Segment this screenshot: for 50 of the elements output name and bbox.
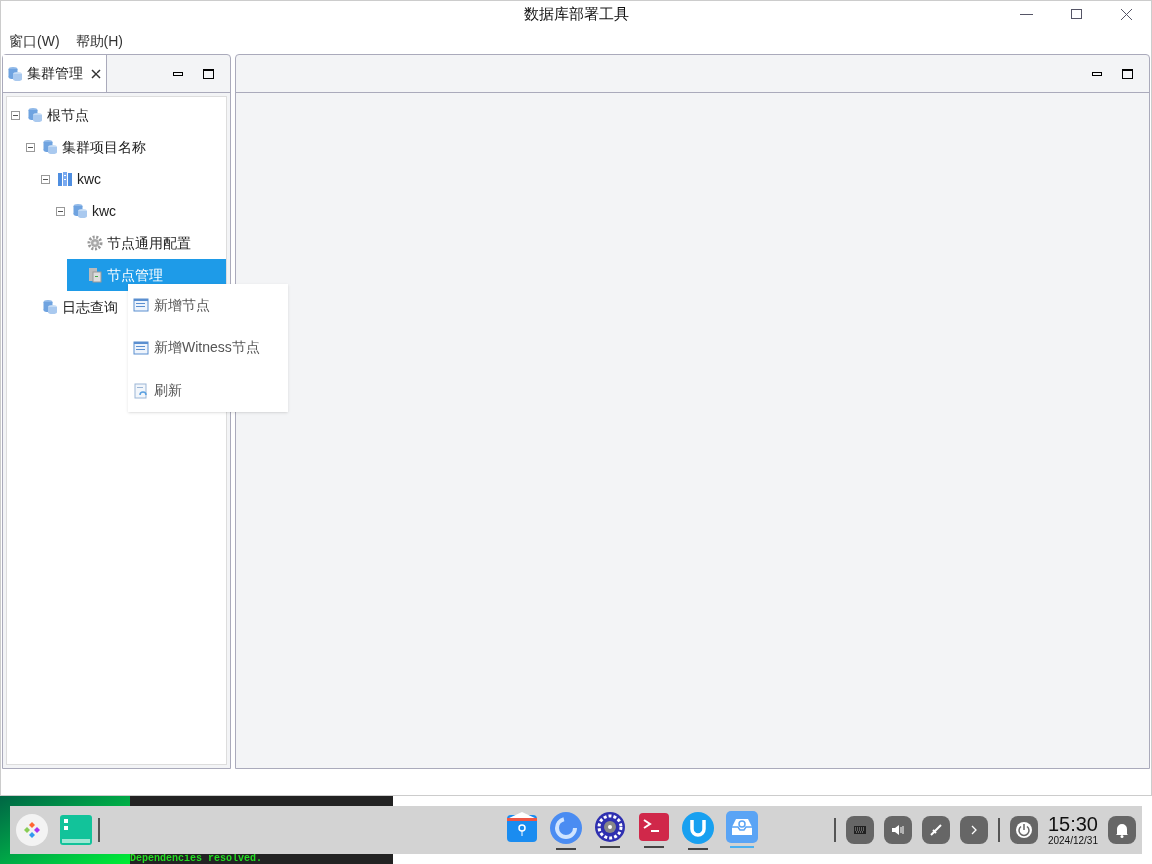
inbox-sync-icon[interactable] [725, 810, 758, 843]
refresh-document-icon [133, 382, 149, 399]
form-icon [133, 340, 149, 356]
menu-item[interactable]: 帮助(H) [75, 30, 123, 52]
keyboard-icon[interactable] [845, 816, 874, 844]
close-icon [1119, 7, 1133, 21]
tree-item[interactable]: 根节点 [7, 99, 226, 131]
database-icon [72, 203, 88, 219]
tree-item[interactable]: 节点通用配置 [67, 227, 226, 259]
context-menu-item[interactable]: 新增Witness节点 [133, 337, 283, 359]
clock-time: 15:30 [1047, 814, 1098, 834]
tree-item[interactable]: kwc [52, 195, 226, 227]
start-button[interactable] [16, 814, 48, 846]
volume-icon[interactable] [883, 816, 912, 844]
u-app-icon[interactable] [680, 810, 715, 845]
collapse-toggle[interactable] [40, 174, 50, 184]
power-icon[interactable] [1009, 816, 1038, 844]
tree-item[interactable]: kwc [37, 163, 226, 195]
server-rack-icon [57, 171, 73, 187]
menu-item[interactable]: 窗口(W) [9, 30, 60, 52]
database-icon [7, 65, 23, 82]
panel-tab[interactable]: 集群管理 [3, 55, 107, 92]
gear-icon [87, 235, 103, 251]
maximize-icon[interactable] [203, 68, 214, 79]
database-icon [42, 299, 58, 315]
database-icon [27, 107, 43, 123]
maximize-icon[interactable] [1122, 68, 1133, 79]
server-icon [87, 267, 103, 283]
minimize-icon[interactable] [1092, 71, 1102, 76]
settings-icon[interactable] [593, 810, 626, 843]
collapse-toggle[interactable] [25, 142, 35, 152]
chevron-icon[interactable] [959, 816, 988, 844]
tree-item[interactable]: 集群项目名称 [22, 131, 226, 163]
notification-icon[interactable] [1108, 816, 1136, 844]
clock-date: 2024/12/31 [1047, 836, 1098, 846]
window-title: 数据库部署工具 [523, 4, 629, 25]
collapse-toggle[interactable] [55, 206, 65, 216]
close-icon[interactable] [91, 68, 101, 79]
collapse-toggle[interactable] [10, 110, 20, 120]
minimize-icon[interactable] [173, 71, 183, 76]
network-icon[interactable] [921, 816, 950, 844]
terminal-app-icon[interactable] [637, 810, 670, 843]
database-icon [42, 139, 58, 155]
terminal-output: Dependencies resolved. [130, 854, 263, 864]
start-icon [23, 821, 41, 839]
folder-app-icon[interactable] [505, 810, 538, 843]
form-icon [133, 297, 149, 314]
context-menu-item[interactable]: 新增节点 [133, 294, 283, 317]
context-menu-item[interactable]: 刷新 [133, 379, 283, 402]
browser-app-icon[interactable] [548, 810, 583, 845]
